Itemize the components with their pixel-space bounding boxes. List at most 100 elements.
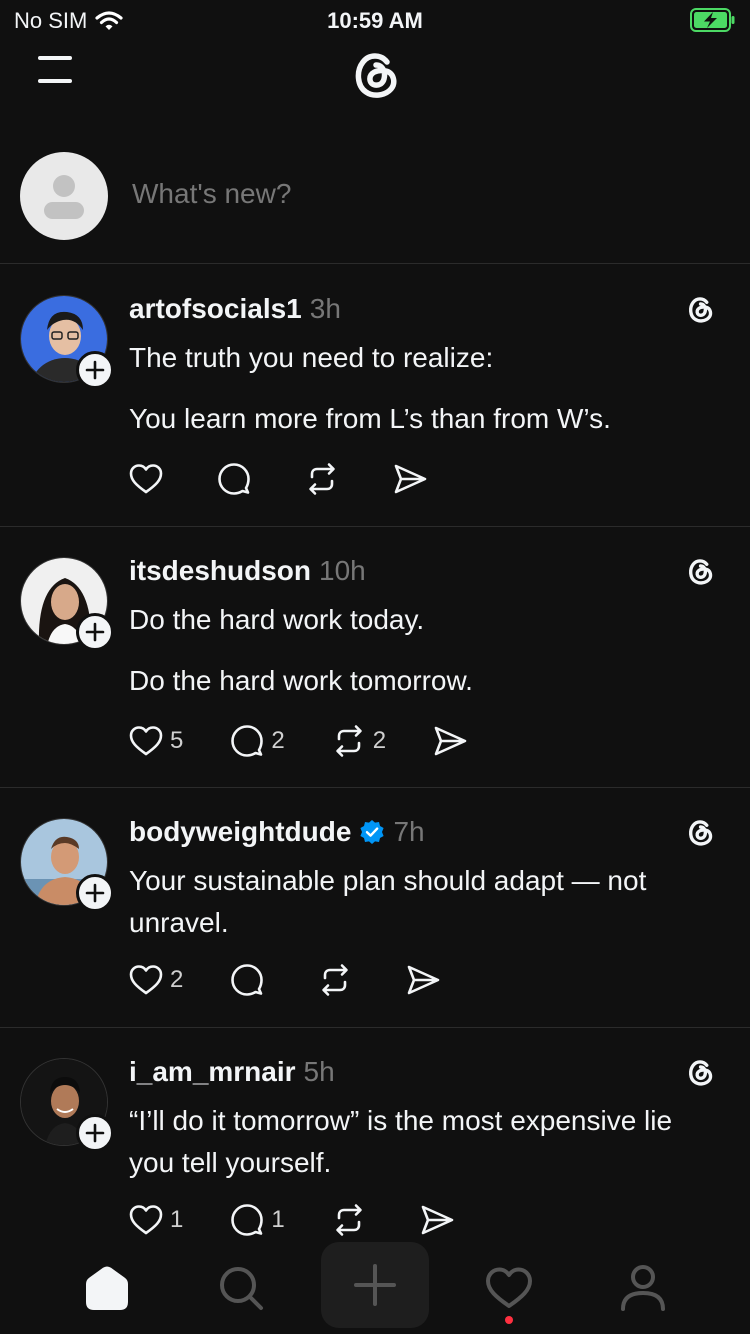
repost-button[interactable]	[331, 1202, 373, 1238]
username[interactable]: artofsocials1	[129, 293, 302, 325]
post-header: itsdeshudson 10h	[129, 555, 366, 587]
username[interactable]: i_am_mrnair	[129, 1056, 296, 1088]
heart-icon	[129, 1205, 163, 1235]
repost-button[interactable]	[304, 461, 346, 497]
post-time: 7h	[393, 816, 425, 847]
repost-count: 2	[372, 727, 387, 754]
top-bar	[0, 40, 750, 110]
carrier-group: No SIM	[14, 8, 123, 34]
repost-button[interactable]: 2	[331, 723, 386, 759]
menu-icon[interactable]	[36, 54, 76, 86]
post-actions: 1 1	[128, 1202, 501, 1238]
threads-logo-icon[interactable]	[343, 42, 407, 106]
like-button[interactable]: 5	[128, 723, 183, 759]
author-avatar-group[interactable]	[20, 295, 114, 389]
carrier-label: No SIM	[14, 8, 88, 33]
status-bar: No SIM 10:59 AM	[0, 0, 750, 40]
plus-icon	[85, 1123, 105, 1143]
thread-post[interactable]: i_am_mrnair 5h “I’ll do it tomorrow” is …	[0, 1028, 750, 1240]
notification-dot	[505, 1316, 513, 1324]
reply-count: 2	[271, 727, 285, 754]
follow-button[interactable]	[76, 874, 114, 912]
repost-icon	[322, 964, 349, 996]
new-thread-composer[interactable]: What's new?	[0, 150, 750, 264]
current-user-avatar[interactable]	[20, 152, 108, 240]
reply-button[interactable]	[216, 461, 258, 497]
reply-button[interactable]: 2	[229, 723, 285, 759]
comment-icon	[231, 964, 264, 996]
post-paragraph: Do the hard work tomorrow.	[129, 665, 473, 696]
post-text[interactable]: “I’ll do it tomorrow” is the most expens…	[129, 1100, 719, 1203]
like-count: 1	[170, 1206, 184, 1233]
repost-icon	[335, 725, 362, 757]
threads-icon[interactable]	[682, 814, 718, 850]
threads-icon[interactable]	[682, 553, 718, 589]
share-button[interactable]	[392, 461, 428, 497]
like-count: 2	[170, 966, 184, 993]
follow-button[interactable]	[76, 351, 114, 389]
author-avatar-group[interactable]	[20, 557, 114, 651]
like-button[interactable]: 1	[128, 1202, 183, 1238]
post-time: 10h	[319, 555, 366, 586]
username[interactable]: bodyweightdude	[129, 816, 351, 848]
verified-badge-icon	[360, 820, 385, 844]
send-icon	[394, 464, 427, 494]
comment-icon	[231, 725, 264, 757]
post-paragraph: You learn more from L’s than from W’s.	[129, 403, 611, 434]
post-paragraph: Your sustainable plan should adapt — not…	[129, 865, 647, 938]
home-icon	[86, 1266, 128, 1310]
post-time: 3h	[309, 293, 341, 324]
send-icon	[434, 726, 467, 756]
tab-create[interactable]	[321, 1242, 429, 1328]
repost-button[interactable]	[317, 962, 359, 998]
share-button[interactable]	[432, 723, 468, 759]
post-paragraph: Do the hard work today.	[129, 604, 425, 635]
comment-icon	[218, 463, 250, 495]
reply-button[interactable]	[229, 962, 271, 998]
post-paragraph: “I’ll do it tomorrow” is the most expens…	[129, 1105, 673, 1178]
post-actions: 2	[128, 962, 487, 998]
post-actions	[128, 461, 474, 497]
post-text[interactable]: The truth you need to realize: You learn…	[129, 337, 719, 459]
share-button[interactable]	[405, 962, 441, 998]
tab-profile[interactable]	[593, 1250, 693, 1326]
post-text[interactable]: Your sustainable plan should adapt — not…	[129, 860, 719, 963]
activity-icon	[486, 1267, 532, 1308]
heart-icon	[129, 965, 163, 995]
like-count: 5	[170, 727, 184, 754]
threads-icon[interactable]	[682, 1054, 718, 1090]
like-button[interactable]: 2	[128, 962, 183, 998]
tab-home[interactable]	[57, 1250, 157, 1326]
heart-icon	[129, 464, 163, 494]
whats-new-input[interactable]: What's new?	[132, 178, 291, 210]
send-icon	[421, 1205, 454, 1235]
post-header: artofsocials1 3h	[129, 293, 341, 325]
send-icon	[408, 965, 440, 995]
author-avatar-group[interactable]	[20, 1058, 114, 1152]
search-icon	[220, 1267, 263, 1310]
comment-icon	[231, 1204, 264, 1236]
reply-count: 1	[271, 1206, 285, 1233]
create-icon	[354, 1264, 396, 1306]
author-avatar-group[interactable]	[20, 818, 114, 912]
username[interactable]: itsdeshudson	[129, 555, 311, 587]
thread-post[interactable]: bodyweightdude 7h Your sustainable plan …	[0, 788, 750, 1028]
like-button[interactable]	[128, 461, 170, 497]
threads-icon[interactable]	[682, 291, 718, 327]
follow-button[interactable]	[76, 613, 114, 651]
profile-icon	[621, 1265, 665, 1311]
tab-search[interactable]	[191, 1250, 291, 1326]
reply-button[interactable]: 1	[229, 1202, 285, 1238]
post-text[interactable]: Do the hard work today. Do the hard work…	[129, 599, 719, 721]
post-actions: 5 2 2	[128, 723, 514, 759]
thread-post[interactable]: itsdeshudson 10h Do the hard work today.…	[0, 527, 750, 788]
repost-icon	[309, 463, 335, 495]
share-button[interactable]	[419, 1202, 455, 1238]
repost-icon	[335, 1204, 362, 1236]
follow-button[interactable]	[76, 1114, 114, 1152]
plus-icon	[85, 883, 105, 903]
battery-charging-icon	[690, 8, 735, 32]
thread-post[interactable]: artofsocials1 3h The truth you need to r…	[0, 265, 750, 527]
bottom-tab-bar	[0, 1240, 750, 1334]
tab-activity[interactable]	[459, 1250, 559, 1326]
